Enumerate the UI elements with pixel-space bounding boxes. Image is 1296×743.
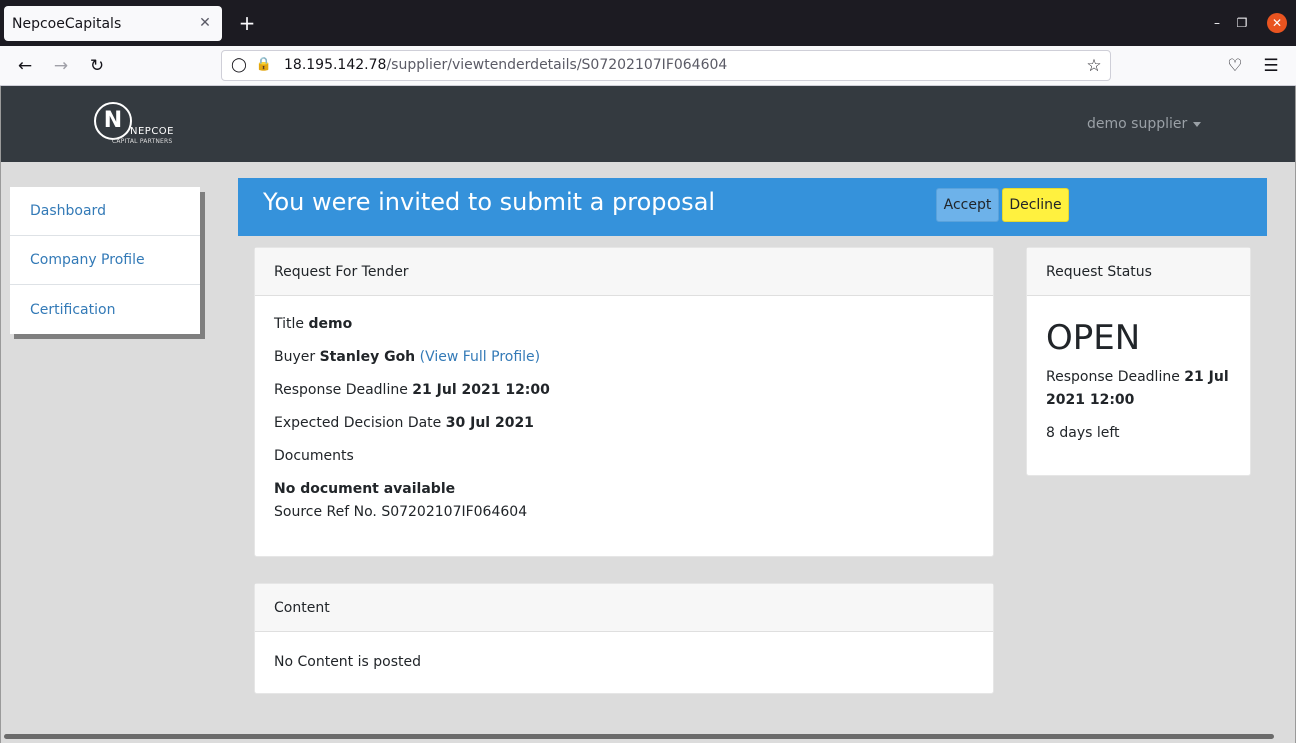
forward-icon[interactable]: → [50,55,72,77]
browser-nav-bar: ← → ↻ ◯ 🔒 18.195.142.78/supplier/viewten… [0,46,1296,86]
sidebar: Dashboard Company Profile Certification [10,187,200,334]
deadline-value: 21 Jul 2021 12:00 [412,382,550,398]
browser-tab-bar: NepcoeCapitals ✕ + – ❐ ✕ [0,0,1296,46]
source-ref-value: S07202107IF064604 [381,504,528,520]
deadline-label: Response Deadline [274,382,408,398]
view-full-profile-link[interactable]: (View Full Profile) [420,349,541,365]
sidebar-item-dashboard[interactable]: Dashboard [10,187,200,236]
browser-tab[interactable]: NepcoeCapitals ✕ [4,6,222,41]
request-for-tender-card: Request For Tender Title demo Buyer Stan… [254,247,994,557]
source-ref-label: Source Ref No. [274,504,377,520]
logo-mark: N [94,102,132,140]
horizontal-scrollbar[interactable] [4,734,1274,739]
content-body: No Content is posted [274,654,421,670]
accept-button[interactable]: Accept [936,188,999,222]
company-logo[interactable]: N NEPCOE CAPITAL PARTNERS [94,102,184,148]
tab-title: NepcoeCapitals [12,15,122,32]
url-path: /supplier/viewtenderdetails/S07202107IF0… [386,57,728,73]
minimize-icon[interactable]: – [1207,13,1227,33]
content-card: Content No Content is posted [254,583,994,694]
bookmark-star-icon[interactable]: ☆ [1084,56,1104,76]
card-body-rft: Title demo Buyer Stanley Goh (View Full … [255,296,993,540]
window-close-icon[interactable]: ✕ [1267,13,1287,33]
decline-button[interactable]: Decline [1002,188,1069,222]
card-body-status: OPEN Response Deadline 21 Jul 2021 12:00… [1027,296,1250,463]
close-tab-icon[interactable]: ✕ [196,14,214,32]
request-status-card: Request Status OPEN Response Deadline 21… [1026,247,1251,476]
decision-row: Expected Decision Date 30 Jul 2021 [274,413,974,433]
days-left: 8 days left [1046,425,1120,441]
url-bar[interactable]: ◯ 🔒 18.195.142.78/supplier/viewtenderdet… [221,50,1111,81]
caret-down-icon [1193,121,1202,127]
status-state: OPEN [1046,318,1141,358]
url-host: 18.195.142.78 [284,57,387,73]
status-deadline: Response Deadline 21 Jul 2021 12:00 [1046,366,1231,412]
url-text[interactable]: 18.195.142.78/supplier/viewtenderdetails… [284,57,727,73]
title-row: Title demo [274,314,974,334]
card-header-rft: Request For Tender [255,248,993,296]
restore-icon[interactable]: ❐ [1232,13,1252,33]
logo-subtitle: CAPITAL PARTNERS [112,138,173,145]
tracking-shield-icon[interactable]: ◯ [230,56,248,74]
user-name: demo supplier [1087,116,1188,132]
card-header-content: Content [255,584,993,632]
new-tab-icon[interactable]: + [236,12,258,34]
user-menu-dropdown[interactable]: demo supplier [1087,116,1202,132]
title-value: demo [308,316,353,332]
status-deadline-label: Response Deadline [1046,369,1180,385]
buyer-label: Buyer [274,349,316,365]
buyer-value: Stanley Goh [319,349,416,365]
menu-icon[interactable]: ☰ [1260,55,1282,77]
deadline-row: Response Deadline 21 Jul 2021 12:00 [274,380,974,400]
decision-label: Expected Decision Date [274,415,442,431]
decision-value: 30 Jul 2021 [445,415,534,431]
title-label: Title [274,316,305,332]
back-icon[interactable]: ← [14,55,36,77]
buyer-row: Buyer Stanley Goh (View Full Profile) [274,347,974,367]
card-header-status: Request Status [1027,248,1250,296]
app-header: N NEPCOE CAPITAL PARTNERS demo supplier [0,86,1296,162]
invitation-alert: You were invited to submit a proposal Ac… [238,178,1267,236]
window-border-left [0,86,1,743]
source-ref-row: Source Ref No. S07202107IF064604 [274,502,974,522]
sidebar-item-company-profile[interactable]: Company Profile [10,236,200,285]
documents-label: Documents [274,448,354,464]
sidebar-item-certification[interactable]: Certification [10,285,200,334]
insecure-lock-icon[interactable]: 🔒 [255,56,273,74]
logo-name: NEPCOE [130,126,175,137]
no-documents-text: No document available [274,481,456,497]
pocket-icon[interactable]: ♡ [1224,55,1246,77]
reload-icon[interactable]: ↻ [86,55,108,77]
invitation-message: You were invited to submit a proposal [263,188,716,216]
